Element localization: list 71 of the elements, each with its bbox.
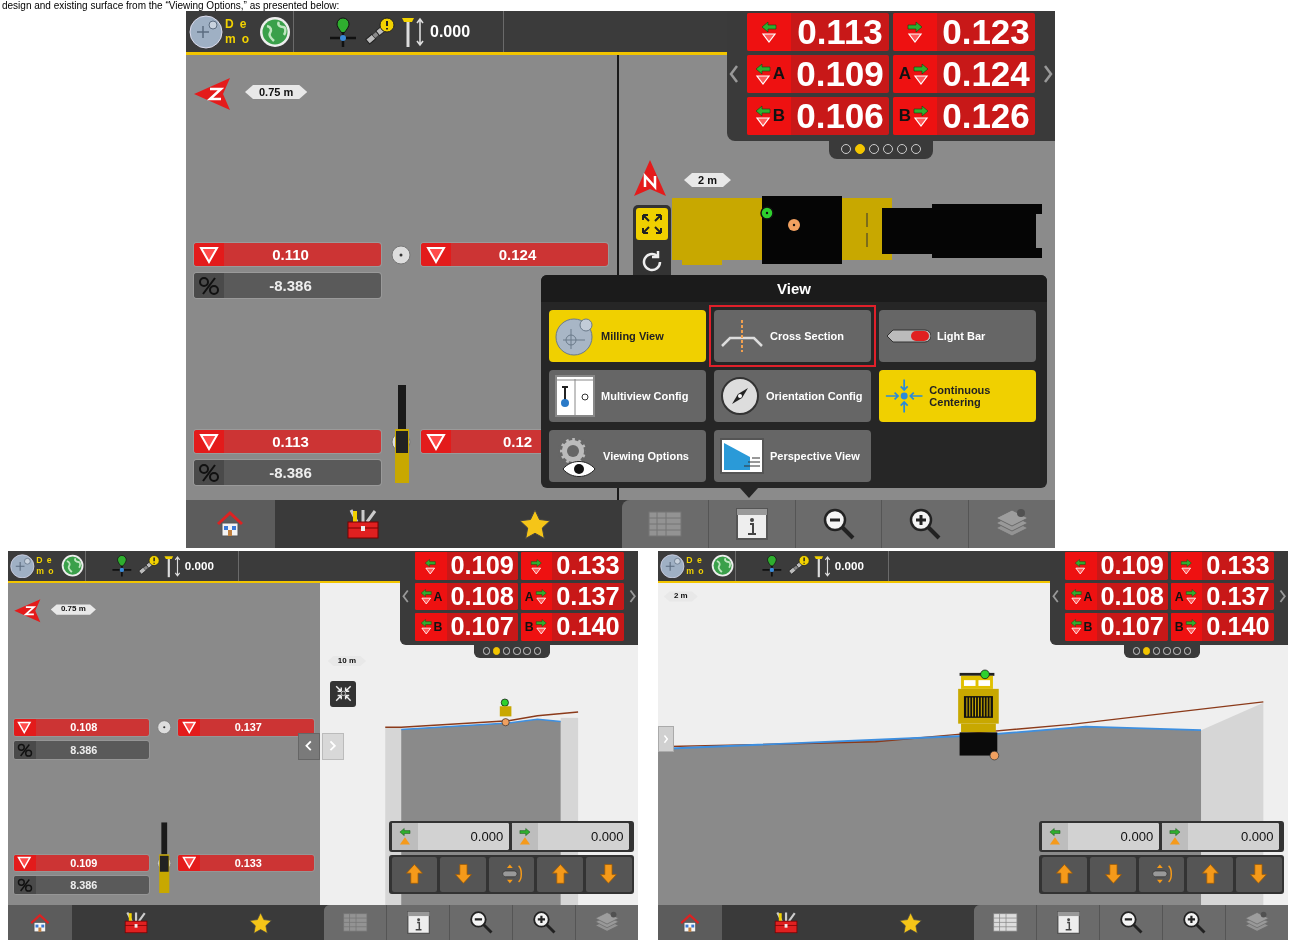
readout-value: 0.124: [941, 55, 1031, 93]
offset-field[interactable]: 0.000: [391, 823, 509, 850]
side-letter: B: [1174, 620, 1184, 635]
brand-text: Demo: [225, 16, 256, 47]
menu-title: View: [541, 275, 1047, 302]
readout-value: 0.106: [795, 97, 885, 135]
offset-field[interactable]: 0.000: [1041, 823, 1160, 850]
side-letter: B: [433, 620, 443, 635]
scale-label: 0.75 m: [245, 85, 308, 99]
elevation-value: 0.000: [834, 559, 864, 573]
menu-item[interactable]: Light Bar: [879, 310, 1036, 362]
caption-text: design and existing surface from the “Viewing Options,” as presented below:: [1, 0, 340, 11]
slope-value: -8.386: [268, 277, 313, 294]
scale-label: 2 m: [684, 173, 731, 187]
readout-value: 0.108: [69, 721, 99, 734]
side-letter: B: [898, 106, 912, 126]
readout-value: 0.12: [501, 433, 534, 450]
side-letter: B: [1083, 620, 1093, 635]
side-letter: A: [772, 64, 786, 84]
side-letter: A: [1083, 589, 1093, 604]
menu-item[interactable]: Viewing Options: [549, 430, 706, 482]
slope-value: 8.386: [69, 743, 99, 756]
menu-item[interactable]: Cross Section: [714, 310, 871, 362]
menu-item[interactable]: Perspective View: [714, 430, 871, 482]
side-letter: A: [433, 589, 443, 604]
readout-value: 0.133: [555, 552, 621, 580]
readout-value: 0.113: [796, 13, 884, 51]
readout-value: 0.133: [233, 856, 263, 869]
side-letter: A: [1174, 589, 1184, 604]
offset-value: 0.000: [1239, 829, 1275, 844]
menu-item[interactable]: Multiview Config: [549, 370, 706, 422]
readout-value: 0.123: [941, 13, 1031, 51]
readout-value: 0.113: [271, 433, 310, 450]
readout-value: 0.109: [69, 856, 99, 869]
readout-value: 0.109: [1099, 552, 1165, 580]
side-letter: A: [898, 64, 912, 84]
elevation-value: 0.000: [184, 559, 214, 573]
offset-field[interactable]: 0.000: [511, 823, 630, 850]
scale-label: 10 m: [327, 655, 367, 667]
slope-value: -8.386: [268, 464, 313, 481]
readout-value: 0.137: [233, 721, 263, 734]
brand-text: Demo: [36, 555, 59, 577]
side-letter: B: [524, 620, 534, 635]
offset-field[interactable]: 0.000: [1161, 823, 1280, 850]
slope-value: 8.386: [69, 879, 99, 892]
side-letter: B: [772, 106, 786, 126]
readout-value: 0.137: [1205, 582, 1271, 611]
offset-value: 0.000: [589, 829, 625, 844]
scale-label: 2 m: [663, 591, 698, 602]
readout-value: 0.108: [1099, 582, 1165, 611]
brand-text: Demo: [686, 555, 709, 577]
offset-value: 0.000: [1119, 829, 1155, 844]
elevation-value: 0.000: [430, 22, 471, 41]
scale-label: 0.75 m: [50, 604, 96, 615]
readout-value: 0.107: [449, 613, 515, 641]
readout-value: 0.107: [1099, 613, 1165, 641]
offset-value: 0.000: [469, 829, 505, 844]
readout-value: 0.137: [555, 582, 621, 611]
readout-value: 0.108: [449, 582, 515, 611]
readout-value: 0.109: [449, 552, 515, 580]
side-letter: A: [524, 589, 534, 604]
readout-value: 0.133: [1205, 552, 1271, 580]
readout-value: 0.124: [497, 246, 538, 263]
readout-value: 0.110: [271, 246, 310, 263]
menu-item[interactable]: Orientation Config: [714, 370, 871, 422]
menu-item[interactable]: Milling View: [549, 310, 706, 362]
readout-value: 0.140: [555, 613, 621, 641]
readout-value: 0.140: [1205, 613, 1271, 641]
readout-value: 0.109: [795, 55, 885, 93]
readout-value: 0.126: [941, 97, 1031, 135]
menu-item[interactable]: Continuous Centering: [879, 370, 1036, 422]
